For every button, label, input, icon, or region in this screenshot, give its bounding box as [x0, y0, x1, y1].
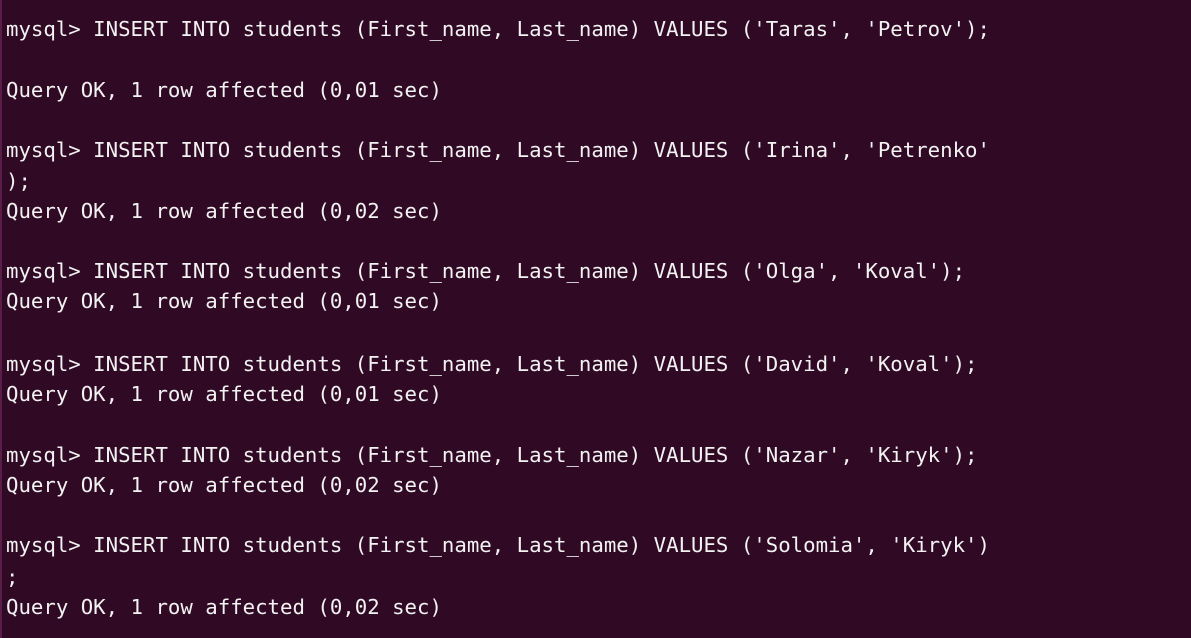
output-line: Query OK, 1 row affected (0,02 sec)	[6, 473, 442, 497]
terminal-window[interactable]: mysql> INSERT INTO students (First_name,…	[0, 0, 1191, 638]
output-line: Query OK, 1 row affected (0,01 sec)	[6, 289, 442, 313]
command-line: mysql> INSERT INTO students (First_name,…	[6, 443, 978, 467]
output-line: Query OK, 1 row affected (0,02 sec)	[6, 595, 442, 619]
command-line: mysql> INSERT INTO students (First_name,…	[6, 138, 990, 162]
output-line: Query OK, 1 row affected (0,01 sec)	[6, 382, 442, 406]
command-continuation-line: );	[6, 169, 31, 193]
command-line: mysql> INSERT INTO students (First_name,…	[6, 352, 978, 376]
command-line: mysql> INSERT INTO students (First_name,…	[6, 259, 966, 283]
output-line: Query OK, 1 row affected (0,02 sec)	[6, 199, 442, 223]
command-continuation-line: ;	[6, 565, 19, 589]
command-line: mysql> INSERT INTO students (First_name,…	[6, 17, 990, 41]
command-line: mysql> INSERT INTO students (First_name,…	[6, 533, 990, 557]
window-edge	[0, 0, 2, 638]
output-line: Query OK, 1 row affected (0,01 sec)	[6, 78, 442, 102]
